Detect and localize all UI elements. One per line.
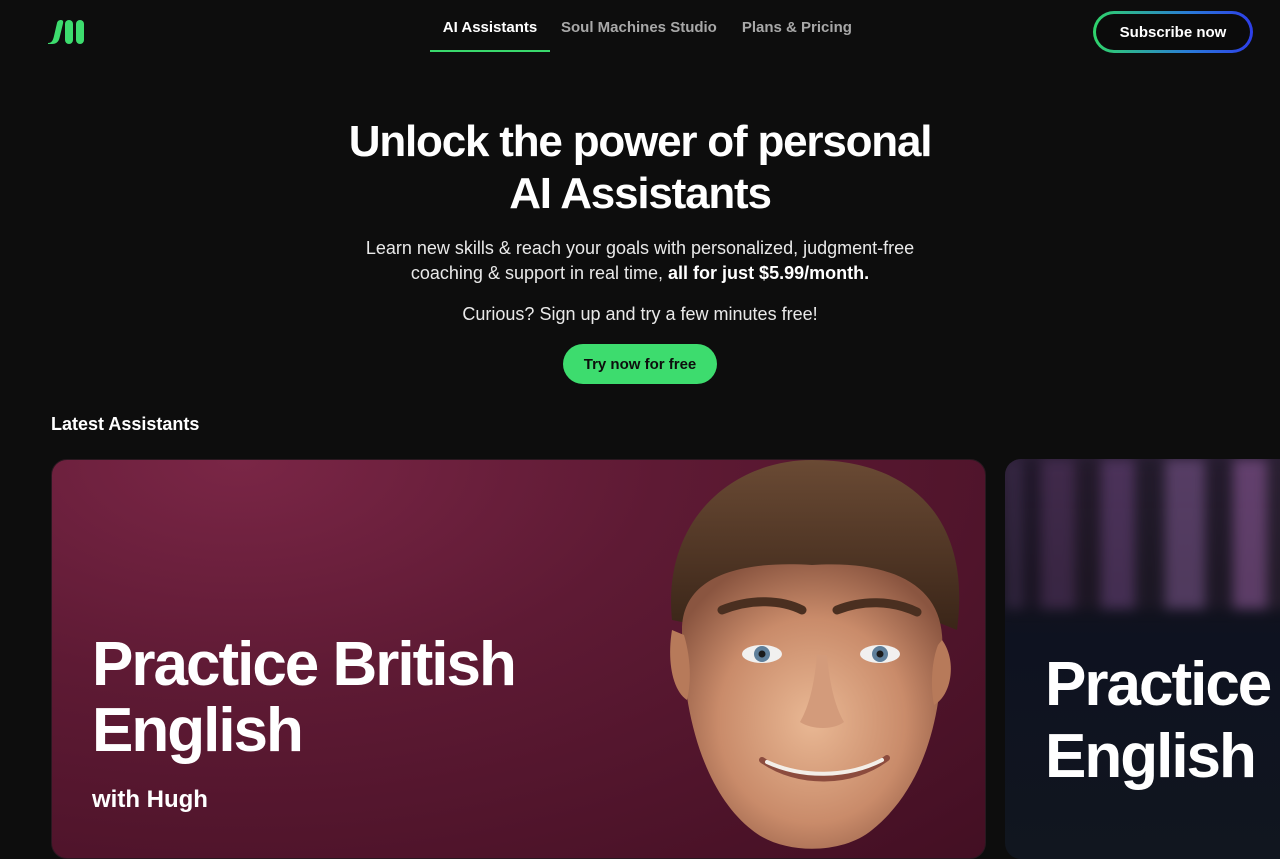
hero-title-line2: AI Assistants	[509, 169, 772, 218]
card-title-line1: Practice	[1045, 650, 1272, 719]
card-title-line2: English	[1045, 722, 1257, 791]
subscribe-button-label: Subscribe now	[1096, 14, 1250, 50]
top-navigation-bar: AI Assistants Soul Machines Studio Plans…	[0, 0, 1280, 64]
hero-subtitle-price: all for just $5.99/month.	[668, 263, 870, 283]
subscribe-button[interactable]: Subscribe now	[1093, 11, 1253, 53]
assistant-card-british-english[interactable]: Practice British English with Hugh	[51, 459, 986, 859]
latest-assistants-heading: Latest Assistants	[51, 414, 200, 434]
hero-subtitle: Learn new skills & reach your goals with…	[330, 236, 950, 286]
soul-machines-logo-icon[interactable]	[46, 19, 86, 45]
card-title-line1: Practice British	[92, 630, 517, 699]
card-assistant-name: with Hugh	[92, 786, 208, 813]
hero-title: Unlock the power of personal AI Assistan…	[290, 116, 990, 220]
nav-plans-pricing[interactable]: Plans & Pricing	[742, 0, 852, 54]
try-now-button[interactable]: Try now for free	[563, 344, 717, 384]
assistant-card-english[interactable]: Practice English	[1005, 459, 1280, 859]
nav-ai-assistants[interactable]: AI Assistants	[430, 0, 550, 54]
nav-soul-machines-studio[interactable]: Soul Machines Studio	[561, 0, 717, 54]
main-nav: AI Assistants Soul Machines Studio Plans…	[430, 0, 852, 54]
card-title: Practice British English	[92, 632, 612, 764]
hero-curious-text: Curious? Sign up and try a few minutes f…	[462, 304, 818, 324]
assistant-portrait-image	[670, 460, 960, 849]
hero-title-line1: Unlock the power of personal	[348, 117, 933, 166]
bookshelf-background-image	[1005, 459, 1280, 609]
card-title-line2: English	[92, 696, 304, 765]
card-title: Practice English	[1045, 649, 1272, 793]
